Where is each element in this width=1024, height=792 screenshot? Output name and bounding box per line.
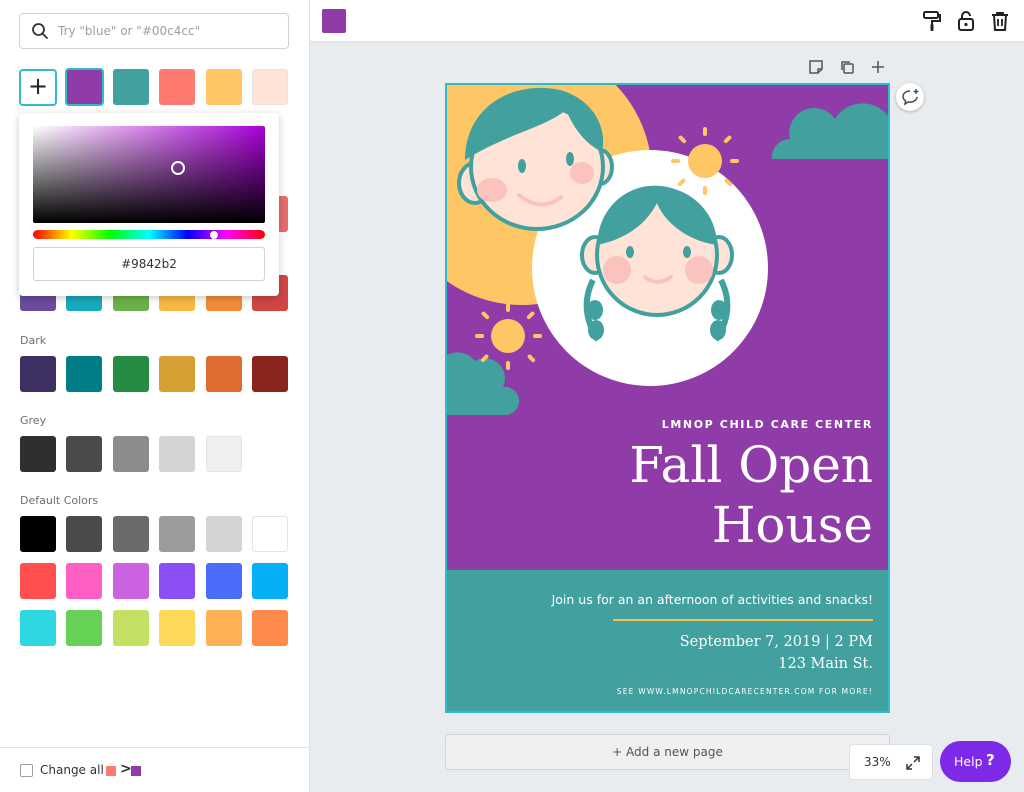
color-swatch[interactable] [20,563,56,599]
poster-divider [613,619,873,621]
text-color-button[interactable] [322,9,346,33]
help-label: Help [954,754,983,769]
to-color-chip [131,766,141,776]
color-swatch[interactable] [206,516,242,552]
section-label-dark: Dark [20,334,47,347]
color-swatch[interactable] [252,356,288,392]
question-icon: ? [986,751,995,769]
color-swatch[interactable] [252,610,288,646]
add-color-button[interactable]: + [19,69,57,106]
zoom-control[interactable]: 33% [849,744,933,780]
saturation-handle[interactable] [171,161,185,175]
from-color-chip [106,766,116,776]
paint-roller-icon[interactable] [920,9,944,33]
editor-toolbar [310,0,1024,42]
color-swatch[interactable] [206,436,242,472]
poster-kicker[interactable]: LMNOP CHILD CARE CENTER [662,418,873,431]
zoom-level[interactable]: 33% [864,755,891,769]
change-all-footer: Change all > [0,747,310,792]
selected-swatch-ring [65,68,104,106]
color-swatch[interactable] [20,516,56,552]
color-search-input[interactable] [58,21,278,41]
color-swatch[interactable] [113,610,149,646]
color-swatch[interactable] [113,69,149,105]
color-swatch[interactable] [66,356,102,392]
color-swatch[interactable] [159,610,195,646]
section-label-default: Default Colors [20,494,99,507]
color-swatch[interactable] [66,436,102,472]
color-swatch[interactable] [113,356,149,392]
color-swatch[interactable] [66,516,102,552]
color-swatch[interactable] [206,69,242,105]
color-swatch[interactable] [113,516,149,552]
color-swatch[interactable] [113,563,149,599]
hue-slider[interactable] [33,230,265,239]
color-swatch[interactable] [252,516,288,552]
help-button[interactable]: Help ? [940,741,1011,782]
color-swatch[interactable] [206,356,242,392]
comment-icon [902,89,919,106]
hue-slider-handle[interactable] [210,231,218,239]
poster-page[interactable]: LMNOP CHILD CARE CENTER Fall Open House … [445,83,890,713]
cloud-top-right [771,103,888,159]
note-icon[interactable] [808,59,824,75]
color-swatch[interactable] [252,69,288,105]
duplicate-page-icon[interactable] [839,59,855,75]
unlock-icon[interactable] [954,9,978,33]
add-comment-button[interactable] [896,83,924,111]
color-swatch[interactable] [20,610,56,646]
color-swatch[interactable] [206,610,242,646]
add-page-icon[interactable] [870,59,886,75]
poster-info-band[interactable]: Join us for an an afternoon of activitie… [447,570,888,711]
poster-footnote[interactable]: SEE WWW.LMNOPCHILDCARECENTER.COM FOR MOR… [617,687,873,696]
color-swatch[interactable] [159,436,195,472]
color-swatch[interactable] [159,563,195,599]
expand-icon[interactable] [905,755,921,771]
trash-icon[interactable] [988,9,1012,33]
color-swatch[interactable] [206,563,242,599]
poster-tagline[interactable]: Join us for an an afternoon of activitie… [552,592,873,607]
change-all-label: Change all [40,763,104,777]
color-swatch[interactable] [20,436,56,472]
section-label-grey: Grey [20,414,47,427]
poster-address[interactable]: 123 Main St. [778,656,873,672]
change-all-checkbox[interactable] [20,764,33,777]
color-panel: + Dark Grey Default Colors #9842b2 Chang… [0,0,310,792]
color-picker-popover: #9842b2 [19,113,279,296]
color-swatch[interactable] [159,516,195,552]
saturation-value-area[interactable] [33,126,265,223]
color-swatch[interactable] [113,436,149,472]
add-new-page-button[interactable]: + Add a new page [445,734,890,770]
color-swatch[interactable] [66,563,102,599]
hex-input[interactable]: #9842b2 [33,247,265,281]
small-sun-left [475,303,542,370]
color-swatch[interactable] [252,563,288,599]
color-swatch[interactable] [159,69,195,105]
poster-headline[interactable]: Fall Open House [473,435,873,555]
color-search-box[interactable] [19,13,289,49]
headline-line-2: House [711,496,873,554]
color-swatch[interactable] [159,356,195,392]
poster-date[interactable]: September 7, 2019 | 2 PM [680,634,873,650]
headline-line-1: Fall Open [629,436,873,494]
color-swatch[interactable] [20,356,56,392]
search-icon [32,23,48,39]
arrow-icon: > [120,761,132,777]
color-swatch[interactable] [66,610,102,646]
